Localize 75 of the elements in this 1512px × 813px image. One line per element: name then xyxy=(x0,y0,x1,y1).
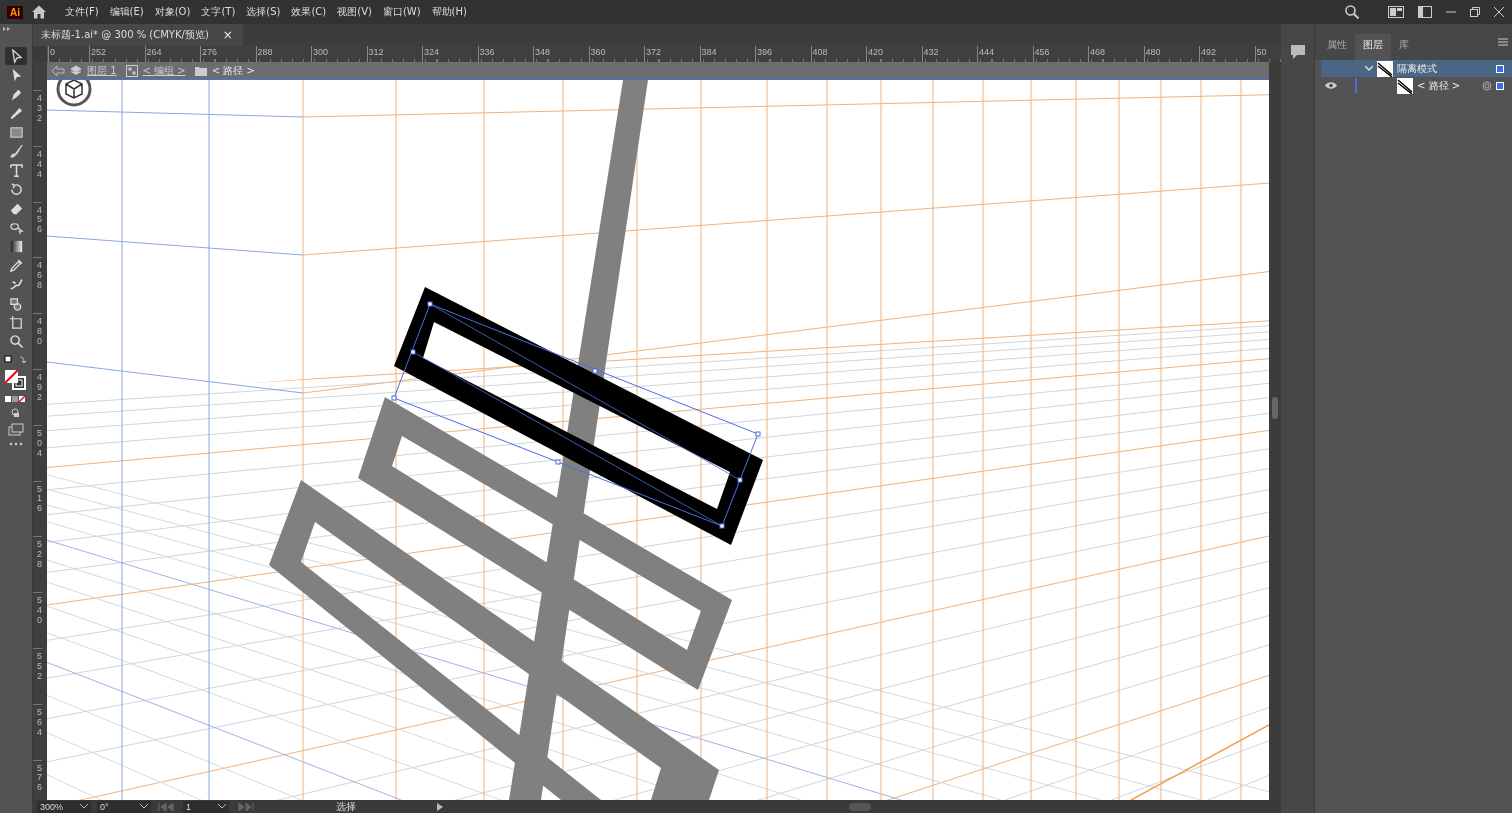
brush-icon xyxy=(8,143,24,159)
ruler-label: 564 xyxy=(33,703,42,760)
ruler-label: 540 xyxy=(33,592,42,648)
chevron-icon[interactable] xyxy=(1365,66,1373,71)
rotate-icon xyxy=(8,181,24,197)
eye-icon[interactable] xyxy=(1325,82,1337,89)
color-mode-icon[interactable] xyxy=(4,395,28,403)
tool-button[interactable] xyxy=(5,47,27,65)
menu-item[interactable]: 视图(V) xyxy=(337,5,372,19)
menu-item[interactable]: 文字(T) xyxy=(201,5,236,19)
caret-icon xyxy=(80,804,88,809)
current-tool-label: 选择 xyxy=(335,799,357,813)
ruler-label: 468 xyxy=(33,257,42,314)
workspace-layout-icon[interactable] xyxy=(1388,6,1404,18)
target-icon[interactable] xyxy=(1482,80,1492,91)
breadcrumb-link[interactable]: < 路径 > xyxy=(211,63,255,78)
menu-item[interactable]: 窗口(W) xyxy=(382,5,421,19)
rotation-dropdown[interactable]: 0° xyxy=(97,800,151,813)
paint-bucket-icon xyxy=(8,295,24,311)
document-title[interactable]: 未标题-1.ai* @ 300 % (CMYK/预览) xyxy=(41,28,209,42)
menu-icon[interactable] xyxy=(1498,38,1508,46)
ruler-label: 444 xyxy=(33,145,42,202)
play-icon[interactable] xyxy=(437,802,443,811)
close-tab-button[interactable]: × xyxy=(222,28,233,42)
caret-icon xyxy=(140,804,148,809)
collapse-icon[interactable] xyxy=(3,27,11,31)
gradient-icon xyxy=(8,238,24,254)
fill-stroke-icon[interactable] xyxy=(4,369,28,391)
panel-tab[interactable]: 属性 xyxy=(1319,34,1355,60)
group-icon xyxy=(125,64,138,77)
search-icon[interactable] xyxy=(1344,4,1360,20)
text-icon xyxy=(8,162,24,178)
perspective-grid-widget-icon[interactable] xyxy=(56,80,92,107)
layer-thumbnail-icon xyxy=(1397,77,1413,94)
menu-item[interactable]: 编辑(E) xyxy=(109,5,144,19)
app-logo[interactable]: Ai xyxy=(7,5,23,19)
menu-item[interactable]: 效果(C) xyxy=(291,5,327,19)
ruler-label: 480 xyxy=(33,313,42,369)
layer-name: 隔离模式 xyxy=(1397,61,1438,76)
ruler-label: 492 xyxy=(33,369,42,425)
comment-icon[interactable] xyxy=(1289,44,1306,60)
ruler-label: 552 xyxy=(33,647,42,704)
ruler-label: 456 xyxy=(33,201,42,258)
menu-item[interactable]: 选择(S) xyxy=(246,5,281,19)
zoom-icon xyxy=(8,333,24,349)
home-icon[interactable] xyxy=(31,4,47,20)
layers-icon xyxy=(70,64,82,77)
ruler-label: 432 xyxy=(33,90,42,146)
artboard-dropdown[interactable]: 1 xyxy=(183,800,229,813)
caret-icon xyxy=(218,804,226,809)
layer-name: < 路径 > xyxy=(1417,78,1462,93)
ruler-label: 516 xyxy=(33,480,42,537)
ruler-label: 504 xyxy=(33,424,42,481)
squiggle-icon xyxy=(8,276,24,292)
swap-colors-icon[interactable] xyxy=(4,355,28,365)
restore-icon[interactable] xyxy=(1470,7,1480,17)
artboard-icon xyxy=(8,314,24,330)
document-tab[interactable]: 未标题-1.ai* @ 300 % (CMYK/预览) × xyxy=(33,24,243,46)
close-icon[interactable] xyxy=(1494,7,1504,17)
panel-tab[interactable]: 图层 xyxy=(1355,34,1391,60)
menu-item[interactable]: 帮助(H) xyxy=(431,5,467,19)
curvature-pen-icon xyxy=(8,105,24,121)
layer-row[interactable]: 隔离模式 xyxy=(1321,60,1512,77)
zoom-dropdown[interactable]: 300% xyxy=(37,800,91,813)
window-layout-icon[interactable] xyxy=(1418,6,1432,18)
menu-item[interactable]: 对象(O) xyxy=(154,5,191,19)
menu-item[interactable]: 文件(F) xyxy=(65,5,99,19)
eyedropper-icon xyxy=(8,257,24,273)
layer-thumbnail-icon xyxy=(1377,60,1393,77)
back-arrow-icon[interactable] xyxy=(51,64,65,77)
folder-icon xyxy=(194,65,207,76)
rectangle-icon xyxy=(8,124,24,140)
panel-tab[interactable]: 库 xyxy=(1391,34,1417,60)
layer-row[interactable]: < 路径 > xyxy=(1321,77,1512,94)
ruler-label: 528 xyxy=(33,536,42,593)
